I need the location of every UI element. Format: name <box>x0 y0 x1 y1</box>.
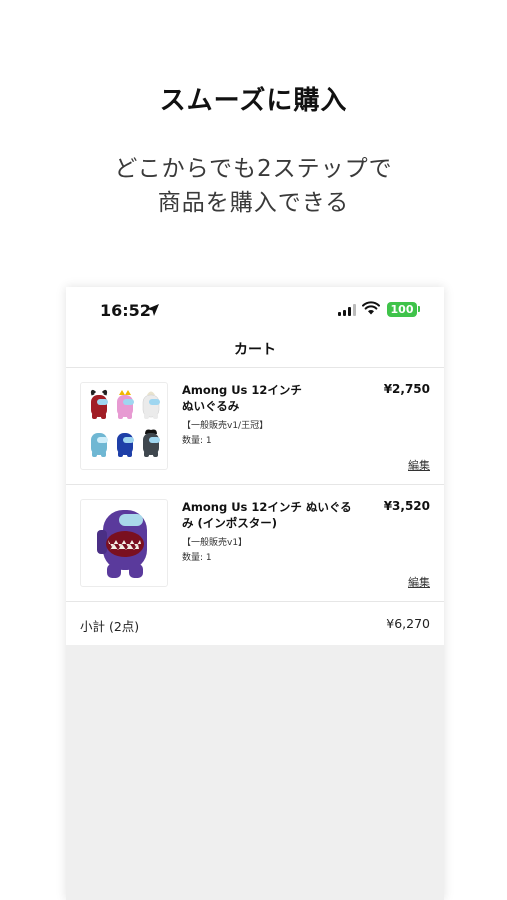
product-name-line1: Among Us 12インチ <box>182 383 302 397</box>
battery-icon: 100 <box>387 302 417 317</box>
cellular-signal-icon <box>338 304 356 316</box>
product-name-line1: Among Us 12インチ ぬいぐる <box>182 500 352 514</box>
product-image-crewmate-set[interactable] <box>80 382 168 470</box>
product-name-line2: ぬいぐるみ <box>182 399 240 413</box>
impostor-plush-icon <box>97 510 147 578</box>
divider <box>66 601 444 602</box>
subtotal-value: ¥6,270 <box>386 616 430 631</box>
cart-item[interactable]: Among Us 12インチ ぬいぐる み (インポスター) 【一般販売v1】 … <box>66 485 444 602</box>
promo-sub-line2: 商品を購入できる <box>157 190 350 216</box>
phone-screen: 16:52 100 カート Among Us 12インチ ぬいぐるみ 【一般販売… <box>66 287 444 900</box>
cart-item[interactable]: Among Us 12インチ ぬいぐるみ 【一般販売v1/王冠】 数量: 1 ¥… <box>66 368 444 485</box>
product-name-line2: み (インポスター) <box>182 516 278 530</box>
product-name[interactable]: Among Us 12インチ ぬいぐる み (インポスター) <box>182 499 362 531</box>
edit-item-button[interactable]: 編集 <box>408 574 430 590</box>
location-arrow-icon <box>147 304 159 316</box>
page-title: カート <box>234 342 276 358</box>
promo-sub-line1: どこからでも2ステップで <box>114 156 393 182</box>
product-image-impostor[interactable] <box>80 499 168 587</box>
product-variant: 【一般販売v1】 <box>182 538 248 548</box>
product-price: ¥3,520 <box>383 499 430 513</box>
edit-item-button[interactable]: 編集 <box>408 457 430 473</box>
product-quantity: 数量: 1 <box>182 436 212 446</box>
subtotal-label: 小計 (2点) <box>80 619 140 634</box>
wifi-icon <box>362 301 380 315</box>
crewmate-plush-set-icon <box>90 389 160 457</box>
promo-headline: スムーズに購入 <box>159 86 348 116</box>
status-time: 16:52 <box>100 301 151 320</box>
status-bar: 16:52 100 <box>66 287 444 331</box>
subtotal-row: 小計 (2点) ¥6,270 <box>66 603 444 645</box>
promo-subheadline: どこからでも2ステップで 商品を購入できる <box>0 152 507 220</box>
product-price: ¥2,750 <box>383 382 430 396</box>
product-variant: 【一般販売v1/王冠】 <box>182 421 269 431</box>
battery-tip <box>418 306 420 312</box>
product-quantity: 数量: 1 <box>182 553 212 563</box>
product-name[interactable]: Among Us 12インチ ぬいぐるみ <box>182 382 362 414</box>
